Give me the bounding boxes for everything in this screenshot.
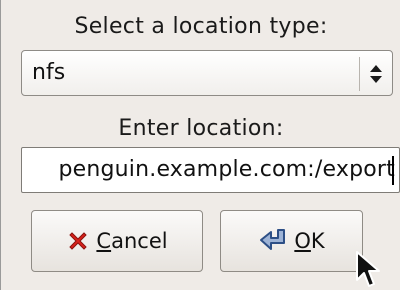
up-down-arrows-icon — [370, 65, 382, 83]
location-input[interactable]: penguin.example.com:/export — [21, 147, 400, 193]
cancel-button-label: Cancel — [96, 229, 167, 253]
ok-button[interactable]: OK — [220, 210, 363, 272]
location-input-value: penguin.example.com:/export — [58, 157, 395, 182]
ok-button-label: OK — [294, 229, 324, 253]
cancel-label-rest: ancel — [111, 229, 168, 253]
cancel-mnemonic: C — [96, 229, 112, 253]
location-dialog: Select a location type: nfs Enter locati… — [0, 0, 400, 290]
combo-separator — [359, 57, 360, 91]
location-type-value: nfs — [32, 60, 66, 85]
cancel-button[interactable]: Cancel — [31, 210, 203, 272]
location-type-label: Select a location type: — [74, 14, 328, 39]
ok-mnemonic: O — [294, 229, 311, 253]
text-caret — [392, 156, 394, 185]
return-arrow-icon — [260, 229, 286, 250]
location-type-select[interactable]: nfs — [21, 50, 393, 96]
ok-label-rest: K — [310, 229, 325, 253]
mouse-pointer-icon — [356, 251, 380, 287]
location-label: Enter location: — [118, 116, 284, 141]
red-x-icon — [69, 232, 88, 250]
